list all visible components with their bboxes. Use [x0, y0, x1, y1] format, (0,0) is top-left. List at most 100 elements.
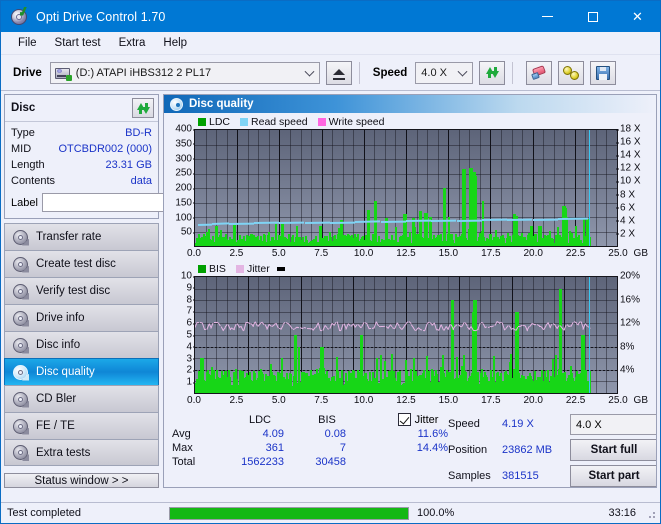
sidebar-item-disc-info[interactable]: Disc info — [4, 331, 159, 358]
disc-refresh-button[interactable] — [132, 98, 154, 118]
read-speed-line — [456, 219, 482, 222]
axis-tick: 5 — [186, 330, 196, 341]
gridline — [195, 174, 617, 175]
legend-swatch-write-speed — [317, 118, 326, 126]
bis-x-axis: 0.0 2.5 5.0 7.5 10.0 12.5 15.0 17.5 20.0 22.5 25.0… — [187, 394, 648, 409]
menu-bar: File Start test Extra Help — [1, 32, 660, 55]
discs-button[interactable] — [558, 60, 585, 85]
eject-icon — [332, 68, 345, 75]
speed-select[interactable]: 4.0 X — [415, 61, 474, 84]
axis-tick: 10.0 — [353, 248, 374, 259]
run-samples-value: 381515 — [502, 470, 539, 482]
read-speed-line — [431, 219, 457, 222]
axis-tick: 250 — [175, 168, 196, 179]
main-body: Disc Type BD-R MID OTCBDR002 (000) Lengt… — [1, 91, 660, 488]
menu-help[interactable]: Help — [154, 34, 196, 52]
app-icon — [10, 6, 28, 26]
sidebar-item-disc-quality[interactable]: Disc quality — [4, 358, 159, 385]
data-bar — [464, 169, 466, 246]
disc-icon — [13, 337, 29, 354]
drive-select[interactable]: (D:) ATAPI iHBS312 2 PL17 — [49, 61, 320, 84]
legend-label-write-speed: Write speed — [328, 116, 385, 128]
start-part-button[interactable]: Start part — [570, 465, 656, 487]
legend-label-read-speed: Read speed — [251, 116, 308, 128]
axis-tick: 10 — [181, 271, 196, 282]
chevron-down-icon — [304, 66, 315, 77]
bis-plot[interactable] — [194, 276, 618, 394]
gridline — [195, 335, 617, 336]
gridline — [195, 347, 617, 348]
resize-grip-icon[interactable] — [645, 508, 657, 520]
eject-button[interactable] — [325, 60, 352, 85]
run-info: Speed 4.19 X Position 23862 MB Samples 3… — [448, 413, 564, 487]
start-full-button[interactable]: Start full — [570, 439, 656, 461]
stats-row-avg-jitter: 11.6% — [417, 428, 448, 440]
stats-table: LDC BIS Jitter Avg 4.09 0.08 11.6% Max 3… — [172, 413, 448, 468]
disc-row-contents-key: Contents — [11, 175, 56, 187]
bis-plot-wrap: 10 9 8 7 6 5 4 3 2 1 20% 16% 12% 8% 4% — [168, 271, 650, 394]
sidebar-item-extra-tests[interactable]: Extra tests — [4, 439, 159, 466]
menu-extra[interactable]: Extra — [110, 34, 155, 52]
axis-tick: 8 — [186, 294, 196, 305]
disc-icon — [13, 391, 29, 408]
legend-item-read-speed: Read speed — [240, 116, 308, 128]
app-window: Opti Drive Control 1.70 ✕ File Start tes… — [0, 0, 661, 524]
axis-tick: 10 X — [616, 176, 641, 187]
gridline — [195, 312, 617, 313]
axis-tick: 200 — [175, 183, 196, 194]
axis-tick: 50 — [181, 227, 196, 238]
sidebar-item-cd-bler[interactable]: CD Bler — [4, 385, 159, 412]
jitter-line — [210, 322, 215, 330]
ldc-legend: LDC Read speed Write speed — [168, 115, 650, 129]
legend-item-bis: BIS — [198, 263, 226, 275]
stats-row-total-ldc: 1562233 — [241, 456, 284, 468]
menu-file[interactable]: File — [9, 34, 46, 52]
speed-label: Speed — [372, 66, 408, 79]
test-speed-select[interactable]: 4.0 X — [570, 414, 656, 435]
axis-tick: 8% — [620, 341, 635, 353]
legend-label-jitter: Jitter — [246, 263, 270, 275]
menu-start-test[interactable]: Start test — [46, 34, 110, 52]
refresh-button[interactable] — [479, 60, 506, 85]
disc-row-type-value: BD-R — [125, 127, 152, 139]
gold-discs-icon — [563, 65, 580, 80]
sidebar-item-verify-test-disc[interactable]: Verify test disc — [4, 277, 159, 304]
sidebar-item-label: Extra tests — [36, 446, 91, 459]
read-speed-line — [481, 218, 508, 221]
sidebar-item-drive-info[interactable]: Drive info — [4, 304, 159, 331]
jitter-toggle[interactable]: Jitter — [388, 413, 448, 426]
axis-tick: 7.5 — [314, 395, 329, 406]
bis-legend: BIS Jitter — [168, 262, 650, 276]
gridline — [195, 159, 617, 160]
ldc-plot[interactable] — [194, 129, 618, 247]
axis-tick: 15.0 — [438, 395, 459, 406]
minimize-button[interactable] — [525, 1, 570, 32]
axis-tick: 10.0 — [353, 395, 374, 406]
stats-row-max-ldc: 361 — [265, 442, 284, 454]
sidebar-item-fe-te[interactable]: FE / TE — [4, 412, 159, 439]
stats-row-avg-ldc: 4.09 — [262, 428, 284, 440]
axis-tick: 22.5 — [565, 248, 586, 259]
axis-tick: 4 — [186, 341, 196, 352]
axis-tick: 12.5 — [396, 395, 416, 406]
toolbar-divider-2 — [512, 61, 514, 84]
erase-button[interactable] — [526, 60, 553, 85]
jitter-checkbox[interactable] — [397, 413, 411, 426]
sidebar-item-create-test-disc[interactable]: Create test disc — [4, 250, 159, 277]
data-bar — [475, 176, 477, 246]
disc-panel-title: Disc — [11, 102, 36, 114]
axis-tick: 6 X — [616, 202, 635, 213]
status-window-button[interactable]: Status window > > — [4, 473, 159, 488]
read-speed-line — [304, 221, 331, 224]
save-button[interactable] — [590, 60, 617, 85]
gridline — [195, 203, 617, 204]
sidebar-item-transfer-rate[interactable]: Transfer rate — [4, 223, 159, 250]
disc-row-length-value: 23.31 GB — [105, 159, 152, 171]
maximize-icon — [587, 11, 598, 22]
maximize-button[interactable] — [570, 1, 615, 32]
axis-tick: 25.0 — [608, 395, 628, 406]
sidebar-item-label: Transfer rate — [36, 231, 102, 243]
close-button[interactable]: ✕ — [615, 1, 660, 32]
disc-row-length: Length 23.31 GB — [11, 157, 152, 173]
disc-panel: Disc Type BD-R MID OTCBDR002 (000) Lengt… — [4, 94, 244, 219]
